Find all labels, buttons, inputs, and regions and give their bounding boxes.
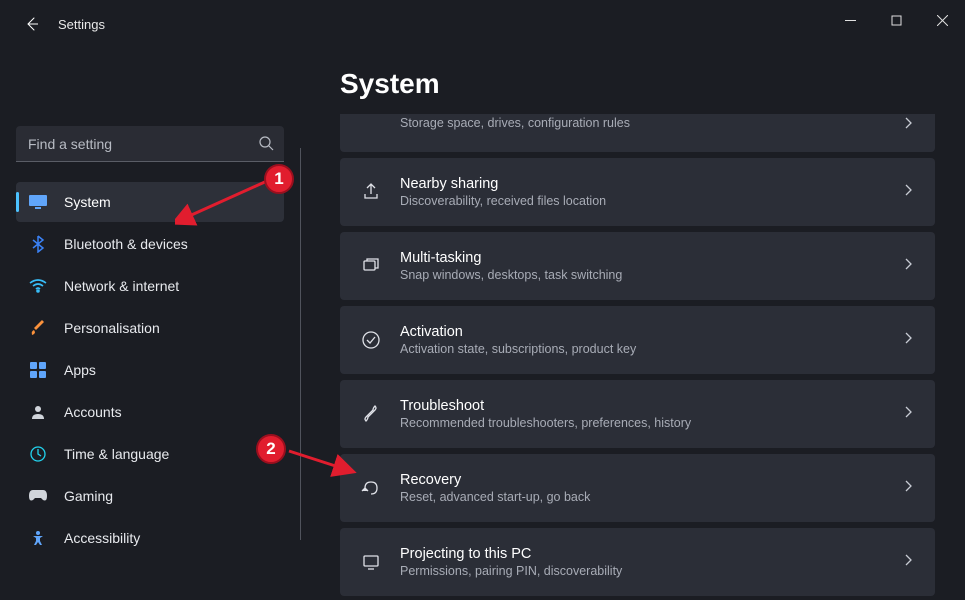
tile-projecting[interactable]: Projecting to this PCPermissions, pairin… [340,528,935,596]
sidebar-item-label: Accessibility [64,530,140,546]
chevron-right-icon [901,257,915,276]
tile-title: Troubleshoot [400,398,901,415]
sidebar-item-time[interactable]: Time & language [16,434,284,474]
annotation-badge-2: 2 [256,434,286,464]
annotation-badge-1: 1 [264,164,294,194]
minimize-button[interactable] [827,0,873,40]
sidebar-item-label: Accounts [64,404,122,420]
clock-globe-icon [28,444,48,464]
tile-nearby-sharing[interactable]: Nearby sharingDiscoverability, received … [340,158,935,226]
chevron-right-icon [901,116,915,135]
sidebar-item-label: Apps [64,362,96,378]
sidebar-item-bluetooth[interactable]: Bluetooth & devices [16,224,284,264]
back-button[interactable] [16,8,48,40]
tile-subtitle: Discoverability, received files location [400,194,901,208]
tile-title: Multi-tasking [400,250,901,267]
monitor-icon [28,192,48,212]
search-icon [258,135,274,156]
chevron-right-icon [901,405,915,424]
person-icon [28,402,48,422]
share-icon [360,182,382,202]
maximize-button[interactable] [873,0,919,40]
sidebar-item-label: System [64,194,111,210]
scroll-indicator [300,148,301,540]
close-button[interactable] [919,0,965,40]
tile-subtitle: Permissions, pairing PIN, discoverabilit… [400,564,901,578]
gamepad-icon [28,486,48,506]
windows-stack-icon [360,256,382,276]
sidebar-item-accounts[interactable]: Accounts [16,392,284,432]
chevron-right-icon [901,183,915,202]
sidebar-item-network[interactable]: Network & internet [16,266,284,306]
sidebar-item-label: Gaming [64,488,113,504]
tile-title: Nearby sharing [400,176,901,193]
tile-troubleshoot[interactable]: TroubleshootRecommended troubleshooters,… [340,380,935,448]
sidebar-item-label: Time & language [64,446,169,462]
brush-icon [28,318,48,338]
tile-subtitle: Storage space, drives, configuration rul… [400,116,901,130]
tile-activation[interactable]: ActivationActivation state, subscription… [340,306,935,374]
tile-recovery[interactable]: RecoveryReset, advanced start-up, go bac… [340,454,935,522]
tile-title: Recovery [400,472,901,489]
chevron-right-icon [901,331,915,350]
tile-storage[interactable]: Storage space, drives, configuration rul… [340,114,935,152]
tile-title: Activation [400,324,901,341]
sidebar-item-apps[interactable]: Apps [16,350,284,390]
recovery-icon [360,478,382,498]
bluetooth-icon [28,234,48,254]
sidebar-item-label: Network & internet [64,278,179,294]
window-title: Settings [58,17,105,32]
tile-title: Projecting to this PC [400,546,901,563]
sidebar-item-gaming[interactable]: Gaming [16,476,284,516]
tile-subtitle: Snap windows, desktops, task switching [400,268,901,282]
page-title: System [340,68,935,100]
search-input[interactable] [16,126,284,162]
tile-subtitle: Activation state, subscriptions, product… [400,342,901,356]
sidebar-item-accessibility[interactable]: Accessibility [16,518,284,558]
sidebar-item-label: Bluetooth & devices [64,236,188,252]
chevron-right-icon [901,479,915,498]
sidebar-item-label: Personalisation [64,320,160,336]
tile-subtitle: Recommended troubleshooters, preferences… [400,416,901,430]
accessibility-icon [28,528,48,548]
chevron-right-icon [901,553,915,572]
sidebar-item-system[interactable]: System [16,182,284,222]
tile-multitasking[interactable]: Multi-taskingSnap windows, desktops, tas… [340,232,935,300]
project-icon [360,552,382,572]
sidebar-item-personalisation[interactable]: Personalisation [16,308,284,348]
main-content: System Storage space, drives, configurat… [300,48,965,600]
sidebar: System Bluetooth & devices Network & int… [0,48,300,600]
apps-icon [28,360,48,380]
tile-subtitle: Reset, advanced start-up, go back [400,490,901,504]
wrench-icon [360,404,382,424]
check-circle-icon [360,330,382,350]
wifi-icon [28,276,48,296]
